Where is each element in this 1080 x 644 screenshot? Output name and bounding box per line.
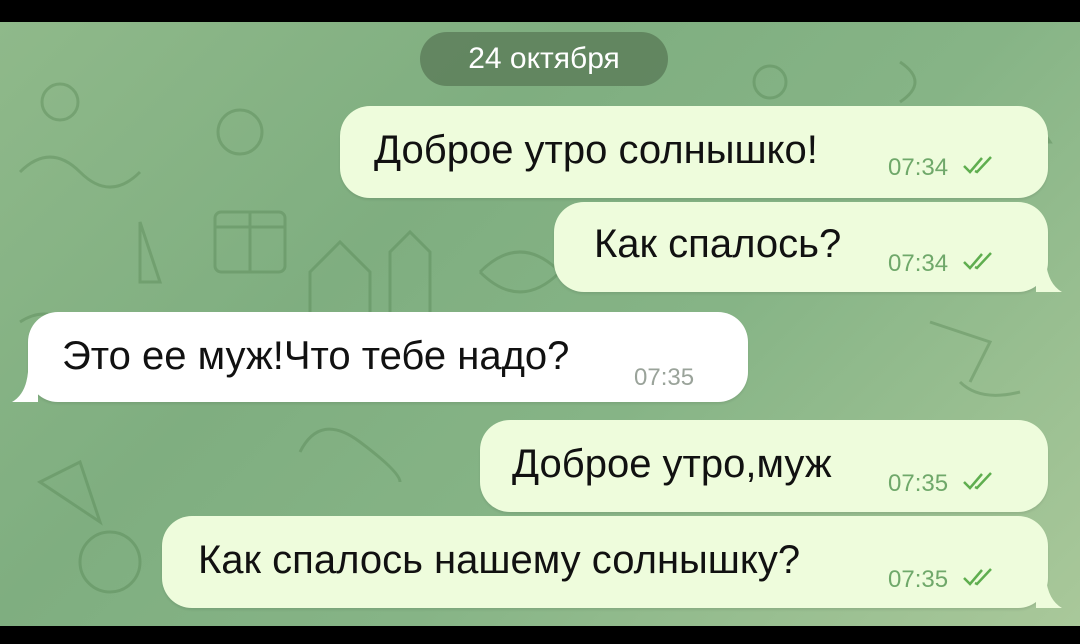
message-time: 07:35 xyxy=(634,364,695,391)
bubble-tail xyxy=(12,372,38,402)
bubble-tail xyxy=(1036,262,1062,292)
chat-background[interactable]: 24 октября Доброе утро солнышко! 07:34 К… xyxy=(0,22,1080,626)
message-bubble-outgoing[interactable]: Доброе утро солнышко! 07:34 xyxy=(340,106,1048,198)
message-text: Доброе утро,муж xyxy=(512,442,832,486)
message-text: Это ее муж!Что тебе надо? xyxy=(62,334,570,378)
message-time: 07:34 xyxy=(888,154,949,181)
date-separator: 24 октября xyxy=(420,32,668,86)
double-check-icon xyxy=(963,252,992,270)
message-bubble-outgoing[interactable]: Как спалось нашему солнышку? 07:35 xyxy=(162,516,1062,608)
message-bubble-outgoing[interactable]: Доброе утро,муж 07:35 xyxy=(480,420,1048,512)
double-check-icon xyxy=(963,568,992,586)
message-text: Как спалось нашему солнышку? xyxy=(198,538,801,582)
message-time: 07:35 xyxy=(888,566,949,593)
navigation-bar xyxy=(0,626,1080,644)
message-text: Доброе утро солнышко! xyxy=(374,128,818,172)
message-bubble-outgoing[interactable]: Как спалось? 07:34 xyxy=(554,202,1062,292)
message-bubble-incoming[interactable]: Это ее муж!Что тебе надо? 07:35 xyxy=(12,312,748,402)
status-bar xyxy=(0,0,1080,22)
telegram-chat-screen: 24 октября Доброе утро солнышко! 07:34 К… xyxy=(0,0,1080,644)
message-time: 07:35 xyxy=(888,470,949,497)
double-check-icon xyxy=(963,156,992,174)
double-check-icon xyxy=(963,472,992,490)
message-text: Как спалось? xyxy=(594,222,842,266)
message-time: 07:34 xyxy=(888,250,949,277)
bubble-tail xyxy=(1036,578,1062,608)
